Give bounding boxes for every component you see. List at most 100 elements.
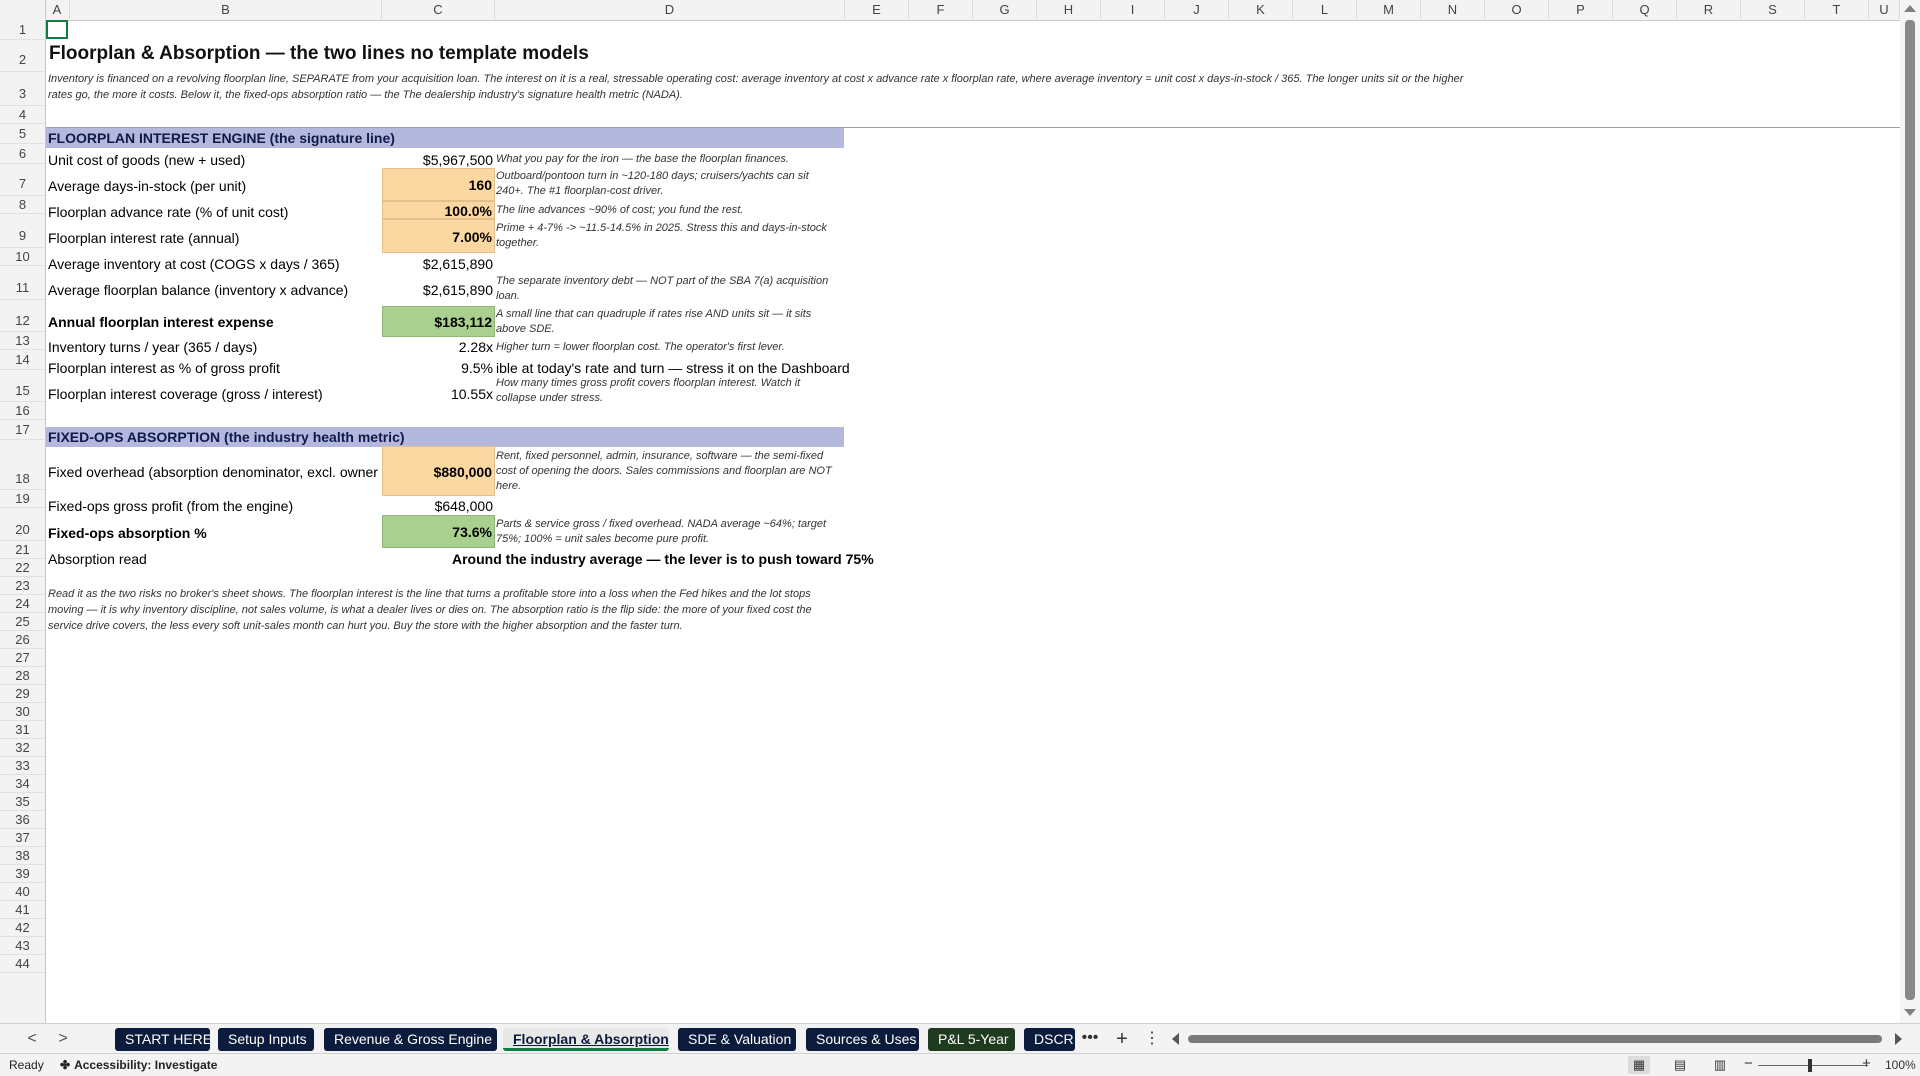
column-header-s[interactable]: S bbox=[1741, 0, 1805, 19]
scroll-down-icon[interactable] bbox=[1904, 1009, 1916, 1016]
scroll-up-icon[interactable] bbox=[1904, 5, 1916, 12]
row-header[interactable]: 40 bbox=[0, 883, 45, 901]
row-header[interactable]: 28 bbox=[0, 667, 45, 685]
tab-start-here[interactable]: START HERE bbox=[115, 1028, 210, 1051]
row-header[interactable]: 1 bbox=[0, 20, 45, 40]
column-header-l[interactable]: L bbox=[1293, 0, 1357, 19]
scroll-left-icon[interactable] bbox=[1172, 1033, 1179, 1045]
prev-sheet-icon[interactable]: < bbox=[22, 1029, 42, 1049]
row-header[interactable]: 11 bbox=[0, 266, 45, 300]
row-header[interactable]: 16 bbox=[0, 402, 45, 420]
add-sheet-button[interactable]: + bbox=[1110, 1028, 1134, 1051]
row-header[interactable]: 5 bbox=[0, 124, 45, 144]
row-header[interactable]: 29 bbox=[0, 685, 45, 703]
row-header[interactable]: 43 bbox=[0, 937, 45, 955]
interest-rate-input[interactable]: 7.00% bbox=[382, 219, 495, 253]
row-header[interactable]: 34 bbox=[0, 775, 45, 793]
row-header[interactable]: 32 bbox=[0, 739, 45, 757]
column-header-f[interactable]: F bbox=[909, 0, 973, 19]
column-header-b[interactable]: B bbox=[70, 0, 382, 19]
active-cell-a1[interactable] bbox=[46, 20, 68, 39]
more-tabs-icon[interactable]: ••• bbox=[1077, 1028, 1103, 1051]
column-header-r[interactable]: R bbox=[1677, 0, 1741, 19]
column-header-c[interactable]: C bbox=[382, 0, 495, 19]
column-header-p[interactable]: P bbox=[1549, 0, 1613, 19]
sheet-options-icon[interactable]: ⋮ bbox=[1143, 1028, 1161, 1051]
tab-setup-inputs[interactable]: Setup Inputs bbox=[218, 1028, 314, 1051]
page-break-icon[interactable]: ▥ bbox=[1709, 1056, 1731, 1074]
row-header[interactable]: 22 bbox=[0, 559, 45, 577]
row-header[interactable]: 18 bbox=[0, 440, 45, 490]
row-header[interactable]: 6 bbox=[0, 144, 45, 164]
inventory-turns-value[interactable]: 2.28x bbox=[382, 337, 495, 357]
fixed-ops-gp-value[interactable]: $648,000 bbox=[382, 496, 495, 516]
page-layout-icon[interactable]: ▤ bbox=[1669, 1056, 1691, 1074]
vertical-scrollbar[interactable] bbox=[1900, 0, 1920, 1023]
row-header[interactable]: 39 bbox=[0, 865, 45, 883]
column-header-e[interactable]: E bbox=[845, 0, 909, 19]
row-header[interactable]: 9 bbox=[0, 214, 45, 248]
tab-pl-5-year[interactable]: P&L 5-Year bbox=[928, 1028, 1015, 1051]
avg-inventory-value[interactable]: $2,615,890 bbox=[382, 254, 495, 274]
row-header[interactable]: 36 bbox=[0, 811, 45, 829]
row-header[interactable]: 23 bbox=[0, 577, 45, 595]
row-header[interactable]: 15 bbox=[0, 370, 45, 402]
vertical-scroll-thumb[interactable] bbox=[1905, 20, 1915, 1000]
tab-sde-valuation[interactable]: SDE & Valuation bbox=[678, 1028, 796, 1051]
row-header[interactable]: 24 bbox=[0, 595, 45, 613]
column-header-m[interactable]: M bbox=[1357, 0, 1421, 19]
scroll-right-icon[interactable] bbox=[1895, 1033, 1902, 1045]
accessibility-status[interactable]: ✤ Accessibility: Investigate bbox=[60, 1058, 217, 1072]
sheet-grid[interactable]: Floorplan & Absorption — the two lines n… bbox=[46, 20, 1900, 1023]
column-header-h[interactable]: H bbox=[1037, 0, 1101, 19]
horizontal-scroll-thumb[interactable] bbox=[1188, 1035, 1882, 1043]
tab-sources-uses[interactable]: Sources & Uses bbox=[806, 1028, 919, 1051]
pct-gross-value[interactable]: 9.5% bbox=[382, 358, 495, 378]
row-header[interactable]: 13 bbox=[0, 332, 45, 350]
row-header[interactable]: 10 bbox=[0, 248, 45, 266]
row-header[interactable]: 30 bbox=[0, 703, 45, 721]
row-header[interactable]: 42 bbox=[0, 919, 45, 937]
column-header-q[interactable]: Q bbox=[1613, 0, 1677, 19]
row-header[interactable]: 17 bbox=[0, 420, 45, 440]
row-header[interactable]: 4 bbox=[0, 106, 45, 124]
row-header[interactable]: 44 bbox=[0, 955, 45, 973]
row-header[interactable]: 38 bbox=[0, 847, 45, 865]
column-header-o[interactable]: O bbox=[1485, 0, 1549, 19]
select-all-corner[interactable] bbox=[0, 0, 46, 19]
days-in-stock-input[interactable]: 160 bbox=[382, 168, 495, 201]
row-header[interactable]: 37 bbox=[0, 829, 45, 847]
zoom-level[interactable]: 100% bbox=[1885, 1058, 1916, 1072]
fixed-overhead-input[interactable]: $880,000 bbox=[382, 446, 495, 496]
tab-dscr[interactable]: DSCR & bbox=[1024, 1028, 1075, 1051]
row-header[interactable]: 26 bbox=[0, 631, 45, 649]
row-header[interactable]: 8 bbox=[0, 196, 45, 214]
absorption-pct-value[interactable]: 73.6% bbox=[382, 515, 495, 548]
row-header[interactable]: 19 bbox=[0, 490, 45, 508]
row-header[interactable]: 21 bbox=[0, 541, 45, 559]
tab-revenue-gross-engine[interactable]: Revenue & Gross Engine bbox=[324, 1028, 497, 1051]
advance-rate-input[interactable]: 100.0% bbox=[382, 201, 495, 219]
row-header[interactable]: 20 bbox=[0, 508, 45, 541]
horizontal-scrollbar[interactable] bbox=[1172, 1033, 1902, 1045]
row-header[interactable]: 12 bbox=[0, 300, 45, 332]
column-header-g[interactable]: G bbox=[973, 0, 1037, 19]
row-header[interactable]: 7 bbox=[0, 164, 45, 196]
row-header[interactable]: 14 bbox=[0, 350, 45, 370]
column-header-j[interactable]: J bbox=[1165, 0, 1229, 19]
row-header[interactable]: 33 bbox=[0, 757, 45, 775]
column-header-u[interactable]: U bbox=[1869, 0, 1900, 19]
column-header-i[interactable]: I bbox=[1101, 0, 1165, 19]
row-header[interactable]: 25 bbox=[0, 613, 45, 631]
zoom-slider-track[interactable] bbox=[1758, 1065, 1868, 1066]
row-header[interactable]: 3 bbox=[0, 72, 45, 106]
row-header[interactable]: 2 bbox=[0, 40, 45, 72]
column-header-d[interactable]: D bbox=[495, 0, 845, 19]
unit-cost-value[interactable]: $5,967,500 bbox=[382, 150, 495, 170]
zoom-out-button[interactable]: − bbox=[1744, 1055, 1753, 1072]
annual-interest-value[interactable]: $183,112 bbox=[382, 306, 495, 337]
row-header[interactable]: 41 bbox=[0, 901, 45, 919]
absorption-read-value[interactable]: Around the industry average — the lever … bbox=[452, 549, 874, 569]
avg-balance-value[interactable]: $2,615,890 bbox=[382, 280, 495, 300]
row-header[interactable]: 35 bbox=[0, 793, 45, 811]
